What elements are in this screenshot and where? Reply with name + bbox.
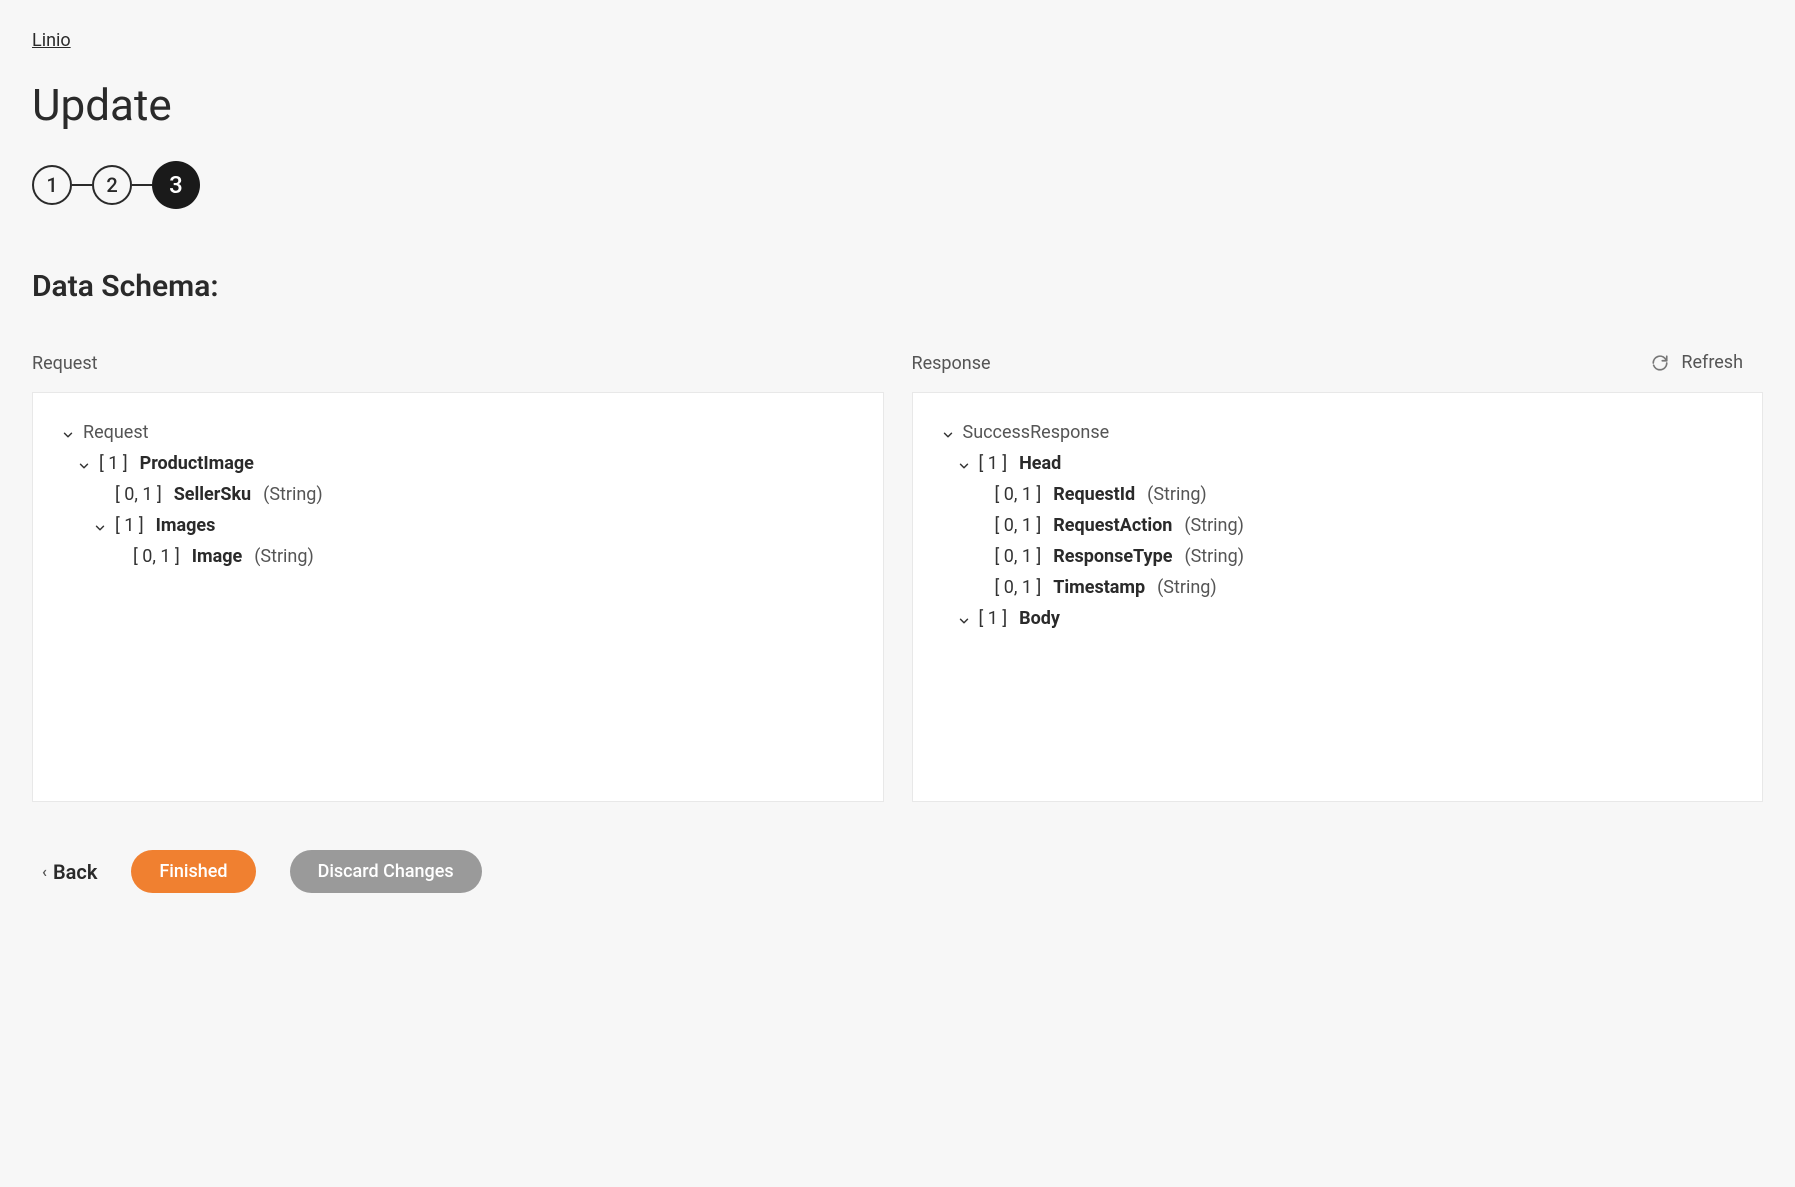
chevron-down-icon[interactable] [61,426,75,440]
field-name: Timestamp [1053,577,1145,598]
back-button[interactable]: ‹ Back [42,860,97,884]
cardinality: [ 0, 1 ] [115,484,162,505]
cardinality: [ 0, 1 ] [995,515,1042,536]
cardinality: [ 1 ] [979,608,1008,629]
tree-node-body[interactable]: [ 1 ] Body [941,603,1735,634]
field-name: Head [1019,453,1061,474]
step-1[interactable]: 1 [32,165,72,205]
field-name: ResponseType [1053,546,1172,567]
step-connector [72,184,92,186]
field-name: Body [1019,608,1060,629]
chevron-left-icon: ‹ [42,862,47,881]
field-name: ProductImage [140,453,254,474]
field-name: RequestId [1053,484,1135,505]
field-type: (String) [1184,546,1244,567]
page-title: Update [32,79,1763,131]
breadcrumb-link[interactable]: Linio [32,30,71,51]
cardinality: [ 0, 1 ] [995,577,1042,598]
back-label: Back [53,860,97,884]
field-name: Images [156,515,216,536]
response-label: Response [912,353,1764,374]
section-title: Data Schema: [32,269,1763,304]
request-schema-box: Request [ 1 ] ProductImage [ 0, 1 ] Sell… [32,392,884,802]
chevron-down-icon[interactable] [77,457,91,471]
field-name: Image [192,546,243,567]
tree-root-request[interactable]: Request [61,417,855,448]
tree-node-seller-sku[interactable]: [ 0, 1 ] SellerSku (String) [61,479,855,510]
cardinality: [ 1 ] [979,453,1008,474]
chevron-down-icon[interactable] [957,612,971,626]
cardinality: [ 0, 1 ] [133,546,180,567]
finished-button[interactable]: Finished [131,850,255,893]
cardinality: [ 0, 1 ] [995,546,1042,567]
footer-actions: ‹ Back Finished Discard Changes [32,850,1763,893]
tree-node-product-image[interactable]: [ 1 ] ProductImage [61,448,855,479]
tree-node-image[interactable]: [ 0, 1 ] Image (String) [61,541,855,572]
cardinality: [ 0, 1 ] [995,484,1042,505]
field-type: (String) [1184,515,1244,536]
discard-changes-button[interactable]: Discard Changes [290,850,482,893]
field-name: RequestAction [1053,515,1172,536]
chevron-down-icon[interactable] [957,457,971,471]
field-name: SellerSku [174,484,251,505]
field-type: (String) [263,484,323,505]
tree-root-label: Request [83,422,149,443]
tree-node-request-id[interactable]: [ 0, 1 ] RequestId (String) [941,479,1735,510]
tree-node-request-action[interactable]: [ 0, 1 ] RequestAction (String) [941,510,1735,541]
request-label: Request [32,353,884,374]
tree-node-head[interactable]: [ 1 ] Head [941,448,1735,479]
response-column: Response SuccessResponse [ 1 ] Head [ 0,… [912,379,1764,802]
step-3[interactable]: 3 [152,161,200,209]
step-2[interactable]: 2 [92,165,132,205]
chevron-down-icon[interactable] [941,426,955,440]
tree-root-response[interactable]: SuccessResponse [941,417,1735,448]
tree-node-images[interactable]: [ 1 ] Images [61,510,855,541]
cardinality: [ 1 ] [115,515,144,536]
field-type: (String) [1147,484,1207,505]
tree-root-label: SuccessResponse [963,422,1110,443]
tree-node-response-type[interactable]: [ 0, 1 ] ResponseType (String) [941,541,1735,572]
chevron-down-icon[interactable] [93,519,107,533]
request-column: Request Request [ 1 ] ProductImage [ 0, … [32,379,884,802]
field-type: (String) [254,546,314,567]
response-schema-box: SuccessResponse [ 1 ] Head [ 0, 1 ] Requ… [912,392,1764,802]
field-type: (String) [1157,577,1217,598]
stepper: 1 2 3 [32,161,1763,209]
step-connector [132,184,152,186]
cardinality: [ 1 ] [99,453,128,474]
tree-node-timestamp[interactable]: [ 0, 1 ] Timestamp (String) [941,572,1735,603]
